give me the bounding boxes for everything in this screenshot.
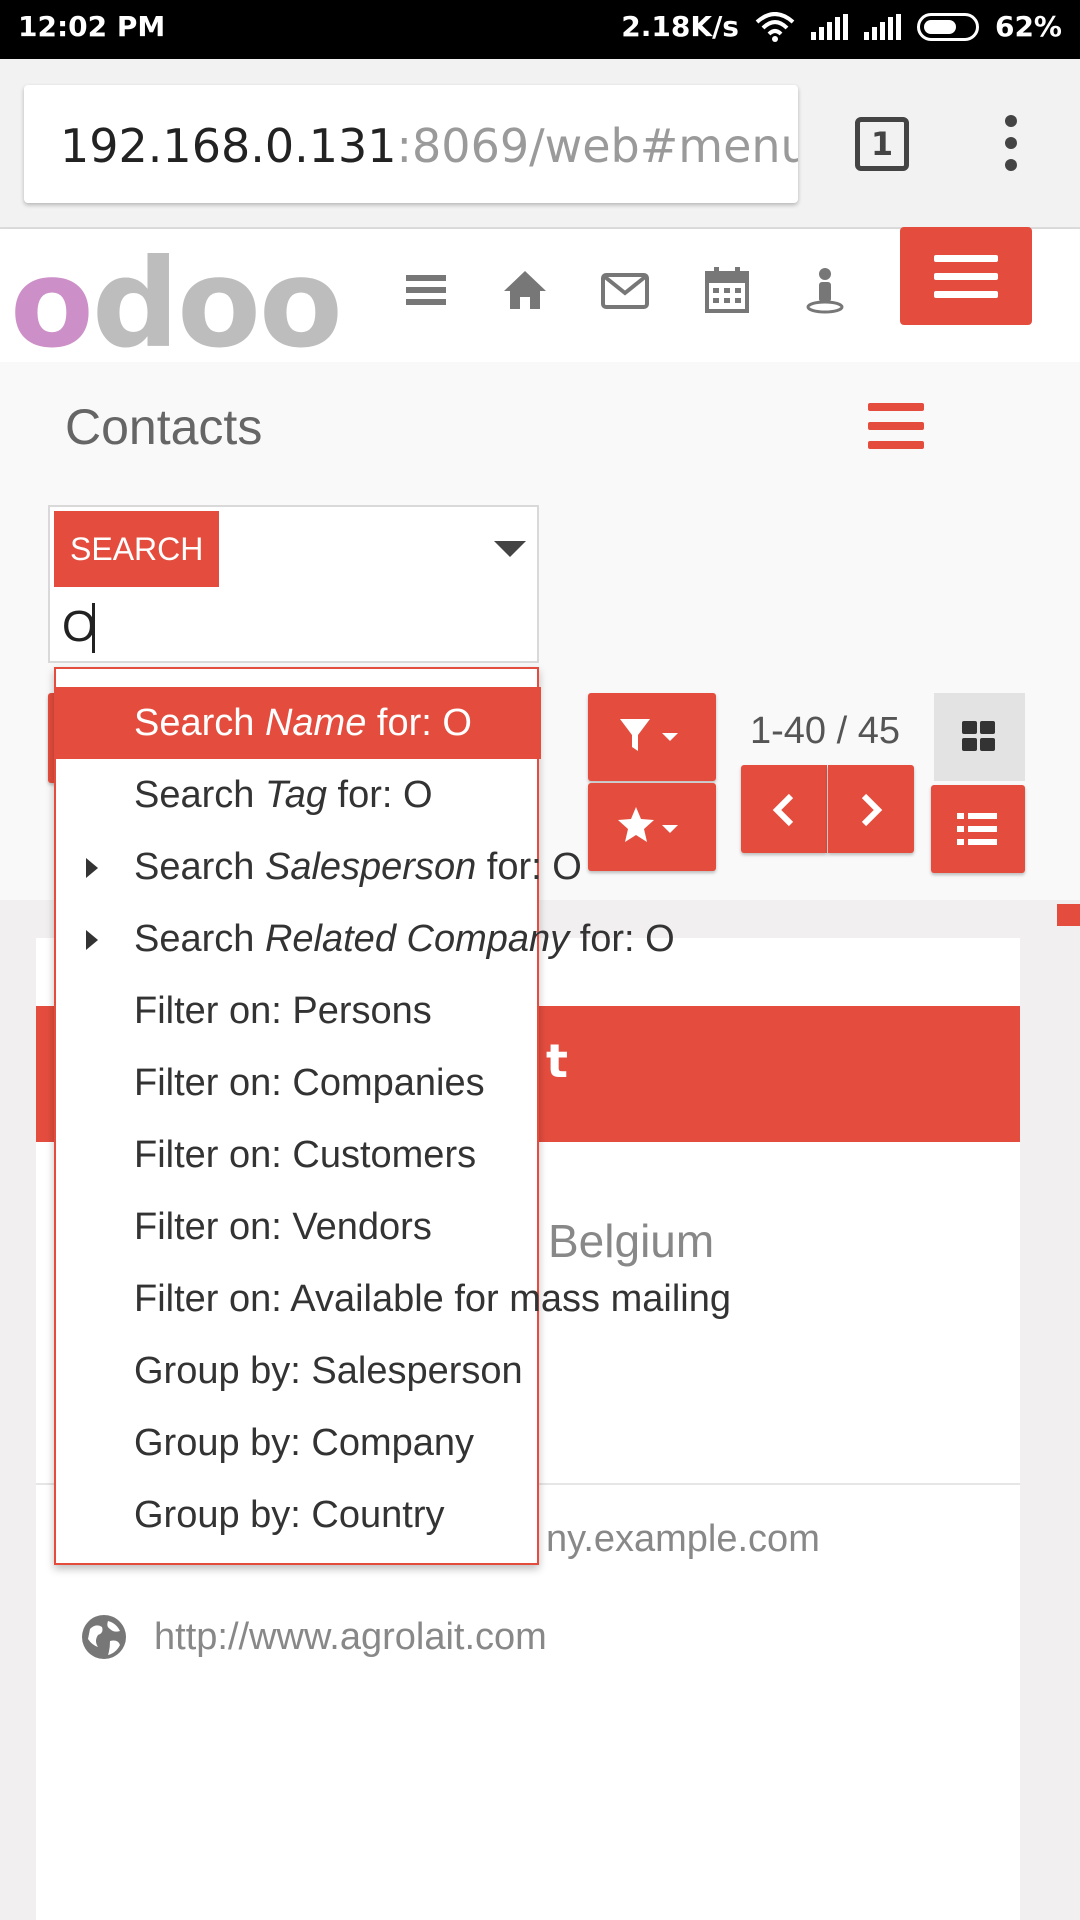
battery-icon bbox=[916, 12, 979, 41]
status-right: 2.18K/s 62% bbox=[621, 10, 1062, 43]
autocomplete-item-label: Group by: Company bbox=[134, 1422, 475, 1464]
browser-toolbar: 192.168.0.131:8069/web#menu_i 1 bbox=[0, 59, 1080, 229]
grid-icon bbox=[962, 721, 995, 751]
odoo-navbar: odoo bbox=[0, 227, 1080, 375]
list-view-button[interactable] bbox=[931, 785, 1025, 873]
wifi-icon bbox=[755, 11, 795, 42]
autocomplete-item[interactable]: Filter on: Vendors bbox=[56, 1191, 541, 1263]
autocomplete-item[interactable]: Filter on: Companies bbox=[56, 1047, 541, 1119]
search-options-caret-icon[interactable] bbox=[494, 541, 526, 557]
autocomplete-item[interactable]: Group by: Country bbox=[56, 1479, 541, 1551]
list-icon bbox=[957, 813, 997, 845]
odoo-logo: odoo bbox=[10, 233, 343, 375]
network-speed: 2.18K/s bbox=[621, 10, 739, 43]
star-icon bbox=[618, 807, 678, 842]
expand-arrow-icon[interactable] bbox=[86, 858, 98, 878]
autocomplete-item[interactable]: Search Salesperson for: O bbox=[56, 831, 582, 903]
globe-icon bbox=[82, 1615, 126, 1659]
app-menu-button[interactable] bbox=[900, 227, 1032, 325]
filter-icon bbox=[620, 719, 678, 751]
search-box[interactable]: SEARCH bbox=[48, 505, 539, 663]
control-panel-toggle-icon[interactable] bbox=[868, 403, 924, 449]
autocomplete-item-label: Search Tag for: O bbox=[134, 774, 433, 816]
chevron-left-icon bbox=[772, 793, 794, 827]
chevron-right-icon bbox=[861, 793, 883, 827]
filters-button[interactable] bbox=[588, 693, 716, 781]
autocomplete-item-label: Group by: Country bbox=[134, 1494, 445, 1536]
kanban-view-button[interactable] bbox=[934, 693, 1025, 781]
autocomplete-item-label: Filter on: Vendors bbox=[134, 1206, 432, 1248]
status-time: 12:02 PM bbox=[18, 10, 166, 43]
signal-icon bbox=[810, 13, 848, 40]
status-bar: 12:02 PM 2.18K/s 62% bbox=[0, 0, 1080, 59]
search-input[interactable] bbox=[62, 599, 522, 655]
hamburger-icon[interactable] bbox=[402, 265, 452, 315]
calendar-icon[interactable] bbox=[702, 265, 752, 315]
autocomplete-item[interactable]: Filter on: Available for mass mailing bbox=[56, 1263, 731, 1335]
user-icon[interactable] bbox=[800, 265, 850, 315]
tab-switcher-button[interactable]: 1 bbox=[855, 117, 909, 171]
envelope-icon[interactable] bbox=[600, 265, 650, 315]
pager-previous-button[interactable] bbox=[741, 765, 827, 853]
autocomplete-item-label: Filter on: Available for mass mailing bbox=[134, 1278, 731, 1320]
autocomplete-item[interactable]: Group by: Salesperson bbox=[56, 1335, 541, 1407]
card-website[interactable]: http://www.agrolait.com bbox=[154, 1616, 547, 1659]
autocomplete-item-label: Group by: Salesperson bbox=[134, 1350, 523, 1392]
home-icon[interactable] bbox=[500, 265, 550, 315]
favorites-button[interactable] bbox=[588, 783, 716, 871]
card-website-row: http://www.agrolait.com bbox=[80, 1613, 547, 1661]
autocomplete-item-label: Filter on: Persons bbox=[134, 990, 432, 1032]
autocomplete-item-label: Search Salesperson for: O bbox=[134, 846, 582, 888]
pager-next-button[interactable] bbox=[828, 765, 914, 853]
expand-arrow-icon[interactable] bbox=[86, 930, 98, 950]
autocomplete-item[interactable]: Filter on: Customers bbox=[56, 1119, 541, 1191]
autocomplete-item[interactable]: Search Name for: O bbox=[56, 687, 541, 759]
text-cursor bbox=[92, 603, 95, 653]
browser-menu-icon[interactable] bbox=[1000, 115, 1022, 175]
autocomplete-item[interactable]: Search Tag for: O bbox=[56, 759, 541, 831]
autocomplete-item[interactable]: Filter on: Persons bbox=[56, 975, 541, 1047]
signal-icon-2 bbox=[863, 13, 901, 40]
autocomplete-item-label: Filter on: Customers bbox=[134, 1134, 477, 1176]
scroll-indicator bbox=[1057, 904, 1080, 926]
autocomplete-item-label: Filter on: Companies bbox=[134, 1062, 485, 1104]
search-facet-label: SEARCH bbox=[54, 511, 220, 587]
autocomplete-item[interactable]: Group by: Company bbox=[56, 1407, 541, 1479]
url-text: 192.168.0.131:8069/web#menu_i bbox=[60, 119, 798, 173]
page-title: Contacts bbox=[65, 399, 263, 455]
pager-value[interactable]: 1-40 / 45 bbox=[750, 710, 900, 753]
autocomplete-item-label: Search Name for: O bbox=[134, 702, 472, 744]
autocomplete-item-label: Search Related Company for: O bbox=[134, 918, 675, 960]
address-bar[interactable]: 192.168.0.131:8069/web#menu_i bbox=[24, 85, 798, 203]
search-autocomplete-dropdown: Search Name for: O Search Tag for: O Searc… bbox=[54, 667, 731, 1565]
battery-percent: 62% bbox=[994, 10, 1062, 43]
autocomplete-item[interactable]: Search Related Company for: O bbox=[56, 903, 675, 975]
